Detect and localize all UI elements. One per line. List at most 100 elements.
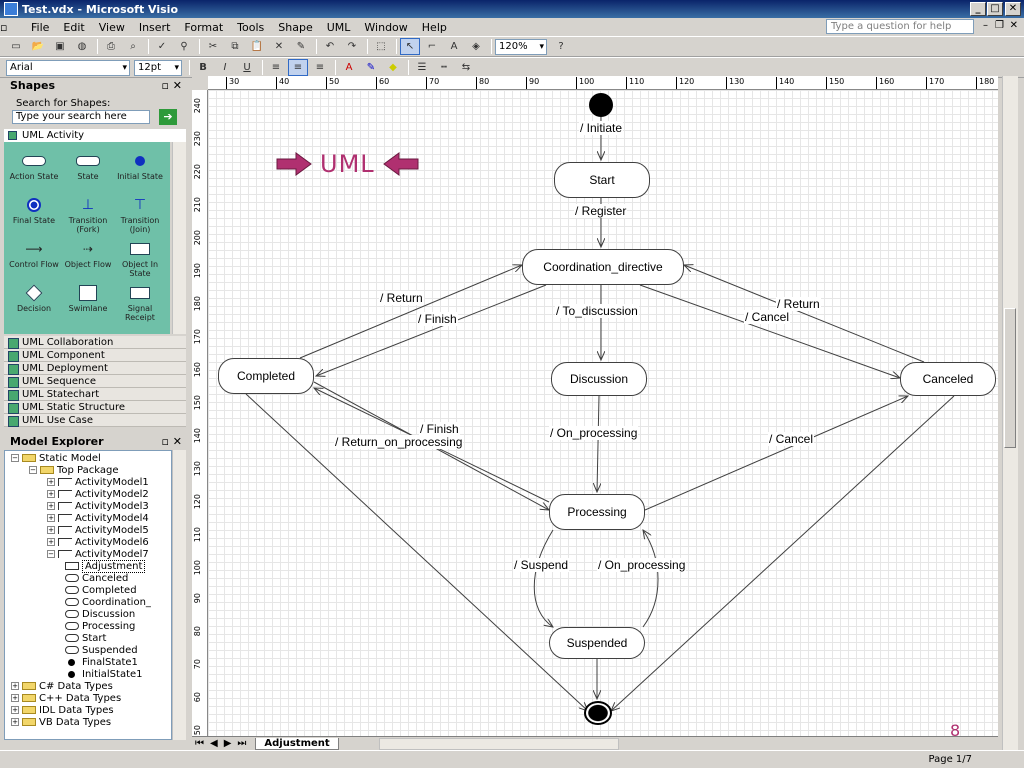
- open-icon[interactable]: 📂: [28, 38, 48, 55]
- tree-node[interactable]: + ActivityModel4: [47, 513, 149, 525]
- line-color-icon[interactable]: ✎: [361, 59, 381, 76]
- shape-swimlane[interactable]: Swimlane: [62, 284, 114, 313]
- delete-icon[interactable]: ✕: [269, 38, 289, 55]
- stencil-uml-activity[interactable]: UML Activity: [4, 129, 186, 142]
- shape-transition-join[interactable]: ⊤ Transition (Join): [114, 196, 166, 235]
- menu-format[interactable]: Format: [177, 21, 230, 34]
- stencil-uml-static-structure[interactable]: UML Static Structure: [4, 401, 186, 414]
- tree-node[interactable]: Canceled: [65, 573, 128, 585]
- transition-suspend[interactable]: [533, 529, 553, 627]
- drawing-page[interactable]: UML Start Coordination_directive Discuss…: [208, 90, 998, 740]
- doc-icon[interactable]: ▫: [0, 21, 24, 34]
- collapse-icon[interactable]: −: [29, 466, 37, 474]
- tree-node[interactable]: − Static Model: [11, 453, 101, 465]
- align-center-icon[interactable]: ≡: [288, 59, 308, 76]
- line-ends-icon[interactable]: ⇆: [456, 59, 476, 76]
- align-left-icon[interactable]: ≡: [266, 59, 286, 76]
- transition-cancel-to-canceled-2[interactable]: [644, 396, 908, 511]
- tree-node[interactable]: FinalState1: [65, 657, 138, 669]
- doc-restore-button[interactable]: ❐: [995, 20, 1004, 31]
- tree-node[interactable]: InitialState1: [65, 669, 143, 681]
- stencil-uml-sequence[interactable]: UML Sequence: [4, 375, 186, 388]
- font-size-select[interactable]: 12pt: [134, 59, 182, 76]
- last-page-icon[interactable]: ⏭: [234, 738, 249, 749]
- tree-node[interactable]: Coordination_: [65, 597, 151, 609]
- tree-node[interactable]: + C++ Data Types: [11, 693, 121, 705]
- state-canceled[interactable]: Canceled: [900, 362, 996, 396]
- state-start[interactable]: Start: [554, 162, 650, 198]
- state-coordination-directive[interactable]: Coordination_directive: [522, 249, 684, 285]
- underline-button[interactable]: U: [237, 59, 257, 76]
- connector-tool-icon[interactable]: ⌐: [422, 38, 442, 55]
- help-icon[interactable]: ?: [551, 38, 571, 55]
- menu-view[interactable]: View: [92, 21, 132, 34]
- redo-icon[interactable]: ↷: [342, 38, 362, 55]
- shape-search-input[interactable]: Type your search here: [12, 110, 150, 124]
- text-tool-icon[interactable]: A: [444, 38, 464, 55]
- stencil-uml-deployment[interactable]: UML Deployment: [4, 362, 186, 375]
- tree-node[interactable]: + ActivityModel5: [47, 525, 149, 537]
- menu-help[interactable]: Help: [415, 21, 454, 34]
- maximize-button[interactable]: □: [987, 2, 1003, 16]
- stamp-icon[interactable]: ◈: [466, 38, 486, 55]
- tree-node[interactable]: Start: [65, 633, 106, 645]
- shape-decision[interactable]: Decision: [8, 284, 60, 313]
- initial-state-node[interactable]: [589, 93, 613, 117]
- collapse-icon[interactable]: −: [47, 550, 55, 558]
- expand-icon[interactable]: +: [47, 478, 55, 486]
- expand-icon[interactable]: +: [47, 526, 55, 534]
- expand-icon[interactable]: +: [11, 682, 19, 690]
- scroll-thumb[interactable]: [1004, 308, 1016, 448]
- stencil-uml-collaboration[interactable]: UML Collaboration: [4, 336, 186, 349]
- expand-icon[interactable]: +: [11, 694, 19, 702]
- print-preview-icon[interactable]: ⌕: [123, 38, 143, 55]
- first-page-icon[interactable]: ⏮: [192, 738, 207, 749]
- pointer-tool-icon[interactable]: ↖: [400, 38, 420, 55]
- tree-node[interactable]: Suspended: [65, 645, 138, 657]
- transition-return-to-coord-left[interactable]: [299, 265, 522, 359]
- vertical-scrollbar[interactable]: [1002, 76, 1018, 750]
- close-icon[interactable]: ▫ ✕: [161, 79, 182, 92]
- state-completed[interactable]: Completed: [218, 358, 314, 394]
- cut-icon[interactable]: ✂: [203, 38, 223, 55]
- shape-initial-state[interactable]: Initial State: [114, 152, 166, 181]
- doc-minimize-button[interactable]: –: [983, 20, 988, 31]
- minimize-button[interactable]: _: [970, 2, 986, 16]
- paste-icon[interactable]: 📋: [247, 38, 267, 55]
- align-right-icon[interactable]: ≡: [310, 59, 330, 76]
- doc-close-button[interactable]: ✕: [1010, 20, 1018, 31]
- line-weight-icon[interactable]: ☰: [412, 59, 432, 76]
- menu-insert[interactable]: Insert: [132, 21, 178, 34]
- shape-action-state[interactable]: Action State: [8, 152, 60, 181]
- menu-file[interactable]: File: [24, 21, 56, 34]
- line-pattern-icon[interactable]: ┅: [434, 59, 454, 76]
- expand-icon[interactable]: +: [47, 502, 55, 510]
- new-icon[interactable]: ▭: [6, 38, 26, 55]
- transition-cancel-to-canceled[interactable]: [639, 284, 900, 378]
- state-suspended[interactable]: Suspended: [549, 627, 645, 659]
- tree-node[interactable]: Completed: [65, 585, 137, 597]
- bold-button[interactable]: B: [193, 59, 213, 76]
- expand-icon[interactable]: +: [11, 718, 19, 726]
- undo-icon[interactable]: ↶: [320, 38, 340, 55]
- permission-icon[interactable]: ◍: [72, 38, 92, 55]
- italic-button[interactable]: I: [215, 59, 235, 76]
- stencil-uml-use-case[interactable]: UML Use Case: [4, 414, 186, 427]
- shape-transition-fork[interactable]: ⊥ Transition (Fork): [62, 196, 114, 235]
- tree-node[interactable]: Processing: [65, 621, 135, 633]
- collapse-icon[interactable]: −: [11, 454, 19, 462]
- font-color-icon[interactable]: A: [339, 59, 359, 76]
- page-tab-adjustment[interactable]: Adjustment: [255, 737, 339, 750]
- stencil-uml-component[interactable]: UML Component: [4, 349, 186, 362]
- transition-resume[interactable]: [643, 530, 659, 628]
- expand-icon[interactable]: +: [47, 490, 55, 498]
- final-state-node[interactable]: [584, 701, 612, 725]
- shape-signal-receipt[interactable]: Signal Receipt: [114, 284, 166, 322]
- tree-node[interactable]: + VB Data Types: [11, 717, 111, 729]
- tree-scrollbar[interactable]: [172, 450, 186, 740]
- shape-object-flow[interactable]: ⇢ Object Flow: [62, 240, 114, 270]
- menu-tools[interactable]: Tools: [230, 21, 271, 34]
- save-icon[interactable]: ▣: [50, 38, 70, 55]
- print-icon[interactable]: ⎙: [101, 38, 121, 55]
- help-search-input[interactable]: Type a question for help: [826, 19, 974, 34]
